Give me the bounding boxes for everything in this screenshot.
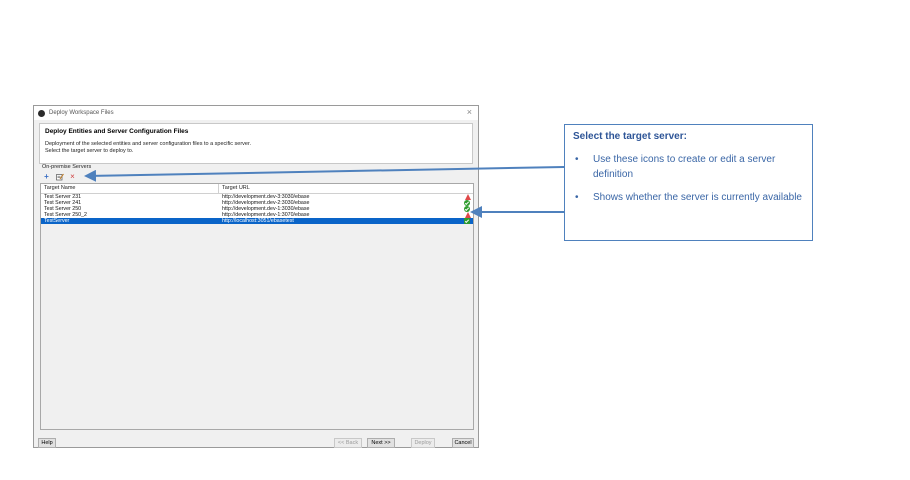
bullet-dot: • <box>575 192 579 203</box>
next-button[interactable]: Next >> <box>367 438 395 448</box>
deploy-button[interactable]: Deploy <box>411 438 435 448</box>
header-title: Deploy Entities and Server Configuration… <box>45 128 189 135</box>
app-icon <box>38 109 45 117</box>
server-ok-icon <box>464 218 470 224</box>
help-button[interactable]: Help <box>38 438 56 448</box>
callout-title: Select the target server: <box>573 131 687 142</box>
cancel-button[interactable]: Cancel <box>452 438 474 448</box>
server-table: Target Name Target URL Test Server 231 h… <box>40 183 474 430</box>
target-url-cell: http://localhost:3051/ebasetest <box>222 218 294 224</box>
title-bar: Deploy Workspace Files × <box>34 106 478 120</box>
callout-bullet: • Use these icons to create or edit a se… <box>573 152 804 182</box>
dialog-header: Deploy Entities and Server Configuration… <box>39 123 473 164</box>
window-title: Deploy Workspace Files <box>49 110 114 116</box>
edit-server-icon[interactable] <box>55 172 64 181</box>
add-server-icon[interactable]: + <box>42 172 51 181</box>
server-toolbar: + × <box>42 172 77 181</box>
close-icon[interactable]: × <box>467 107 472 117</box>
header-description-2: Select the target server to deploy to. <box>45 147 134 154</box>
back-button[interactable]: << Back <box>334 438 362 448</box>
column-header-target-name[interactable]: Target Name <box>41 184 219 193</box>
table-header: Target Name Target URL <box>41 184 473 194</box>
table-row-selected[interactable]: TestServer http://localhost:3051/ebasete… <box>41 218 473 224</box>
callout-bullet: • Shows whether the server is currently … <box>573 190 804 205</box>
section-label: On-premise Servers <box>42 164 92 170</box>
callout-bullet-text: Shows whether the server is currently av… <box>593 192 802 203</box>
annotation-callout: Select the target server: • Use these ic… <box>564 124 813 241</box>
deploy-dialog: Deploy Workspace Files × Deploy Entities… <box>33 105 479 448</box>
column-header-target-url[interactable]: Target URL <box>219 184 473 193</box>
callout-bullet-text: Use these icons to create or edit a serv… <box>593 154 776 180</box>
target-name-cell: TestServer <box>44 218 70 224</box>
bullet-dot: • <box>575 154 579 165</box>
delete-server-icon[interactable]: × <box>68 172 77 181</box>
